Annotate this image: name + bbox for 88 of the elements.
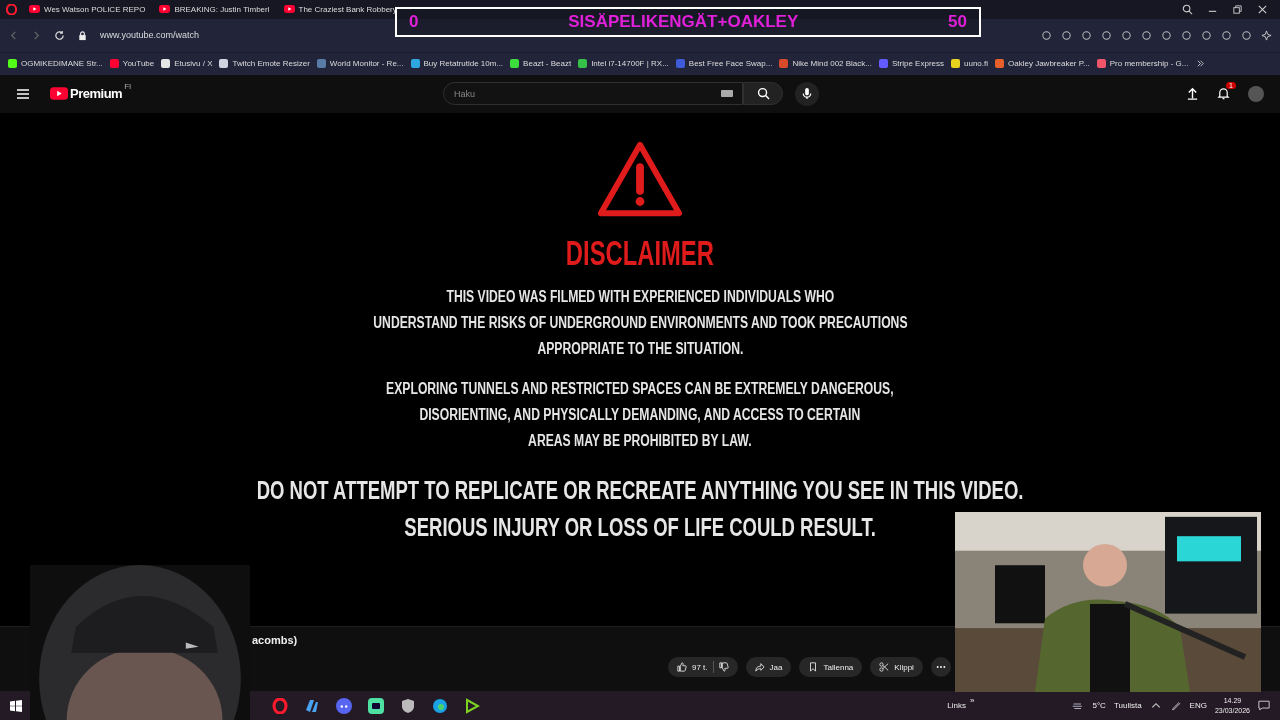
like-dislike-button[interactable]: 97 t.	[668, 657, 738, 678]
browser-tab[interactable]: BREAKING: Justin Timberl	[155, 1, 278, 18]
save-button[interactable]: Tallenna	[799, 657, 863, 678]
overlay-title: SISÄPELIKENGÄT+OAKLEY	[568, 12, 799, 32]
thumbs-down-icon	[718, 662, 729, 673]
weather-condition[interactable]: Tuulista	[1113, 701, 1142, 710]
back-icon[interactable]	[8, 29, 19, 41]
warning-text: DO NOT ATTEMPT TO REPLICATE OR RECREATE ANYTHING YOU SEE IN THIS VIDEO. SERIOUS INJURY OR LOSS OF LIFE COULD RESULT.	[256, 474, 1024, 543]
overlay-count: 0	[409, 12, 419, 32]
weather-icon[interactable]	[1072, 700, 1085, 711]
toolbar-icon[interactable]	[1081, 29, 1092, 41]
disclaimer-paragraph: THIS VIDEO WAS FILMED WITH EXPERIENCED INDIVIDUALS WHO UNDERSTAND THE RISKS OF UNDERGROUND ENVIRONMENTS AND TOOK PRECAUTIONS APPROPRIATE TO THE SITUATION.	[372, 286, 908, 359]
disclaimer-heading: DISCLAIMER	[565, 234, 715, 270]
temperature[interactable]: 5°C	[1092, 701, 1106, 710]
bookmark[interactable]: Etusivu / X	[161, 59, 213, 69]
copilot-icon[interactable]	[304, 697, 320, 714]
play-icon	[29, 5, 40, 14]
search-field[interactable]: Haku	[443, 82, 743, 106]
bookmark[interactable]: OGMIKEDIMANE Str...	[8, 59, 103, 69]
toolbar-icon[interactable]	[1041, 29, 1052, 41]
forward-icon[interactable]	[31, 29, 42, 41]
share-icon	[754, 662, 765, 673]
avatar[interactable]	[1248, 85, 1264, 102]
bookmark[interactable]: uuno.fi	[951, 59, 989, 69]
disclaimer-paragraph: EXPLORING TUNNELS AND RESTRICTED SPACES CAN BE EXTREMELY DANGEROUS, DISORIENTING, AND PHYSICALLY DEMANDING, AND ACCESS TO CERTAIN AREAS MAY BE PROHIBITED BY LAW.	[386, 378, 894, 451]
clip-button[interactable]: Klippi	[870, 657, 923, 678]
opera-icon[interactable]	[272, 697, 288, 714]
toolbar-icon[interactable]	[1141, 29, 1152, 41]
links-label[interactable]: Links	[947, 701, 966, 710]
bookmark[interactable]: YouTube	[109, 59, 155, 69]
search-icon	[756, 87, 770, 101]
shield-icon[interactable]	[400, 697, 416, 714]
upload-icon[interactable]	[1186, 87, 1199, 101]
toolbar-icon[interactable]	[1181, 29, 1192, 41]
restore-icon[interactable]	[1232, 4, 1243, 15]
toolbar-icon[interactable]	[1201, 29, 1212, 41]
bookmark[interactable]: Nike Mind 002 Black...	[779, 59, 872, 69]
language-indicator[interactable]: ENG	[1189, 701, 1207, 710]
search-icon[interactable]	[1182, 4, 1193, 15]
thumbs-up-icon	[677, 662, 687, 673]
opera-logo-icon[interactable]	[6, 4, 17, 15]
discord-icon[interactable]	[336, 697, 352, 714]
bookmark-icon	[808, 662, 819, 673]
bell-icon[interactable]	[1217, 87, 1230, 101]
play-icon	[283, 5, 295, 14]
reload-icon[interactable]	[54, 29, 65, 41]
close-icon[interactable]	[1257, 4, 1268, 15]
more-icon	[935, 665, 946, 670]
play-icon[interactable]	[464, 697, 480, 714]
toolbar-icon[interactable]	[1161, 29, 1172, 41]
video-title: acombs)	[252, 634, 298, 647]
overlay-count: 50	[948, 12, 967, 32]
toolbar-icon[interactable]	[1221, 29, 1232, 41]
menu-icon[interactable]	[16, 87, 30, 100]
chat-app-icon[interactable]	[368, 697, 384, 714]
microphone-icon	[801, 87, 813, 101]
toolbar-icon[interactable]	[1061, 29, 1072, 41]
toolbar-chevron[interactable]: »	[970, 695, 975, 705]
toolbar-icon[interactable]	[1121, 29, 1132, 41]
search-button[interactable]	[743, 82, 783, 106]
bookmark[interactable]: World Monitor - Re...	[316, 59, 404, 69]
browser-tab[interactable]: Wes Watson POLICE REPO	[25, 1, 154, 18]
bookmark[interactable]: Oakley Jawbreaker P...	[995, 59, 1090, 69]
bookmark[interactable]: Best Free Face Swap...	[675, 59, 773, 69]
share-button[interactable]: Jaa	[745, 657, 792, 678]
ai-icon[interactable]	[1261, 29, 1272, 41]
play-icon	[159, 5, 171, 14]
bookmark[interactable]: Buy Retatrutide 10m...	[410, 59, 504, 69]
keyboard-icon[interactable]	[721, 90, 733, 98]
lock-icon	[77, 29, 88, 41]
bookmark[interactable]: Stripe Express	[879, 59, 944, 69]
bookmark[interactable]: Intel i7-14700F | RX...	[578, 59, 669, 69]
scissors-icon	[879, 662, 890, 673]
address-field[interactable]: www.youtube.com/watch	[100, 30, 200, 41]
logo-text[interactable]: Premium	[70, 86, 123, 102]
notification-icon[interactable]	[1258, 700, 1270, 711]
bookmark[interactable]: Twitch Emote Resizer	[219, 59, 310, 69]
bookmark[interactable]: Pro membership - G...	[1096, 59, 1189, 69]
voice-search-button[interactable]	[795, 81, 819, 106]
region-code: FI	[124, 82, 132, 92]
toolbar-icon[interactable]	[1241, 29, 1252, 41]
edge-icon[interactable]	[432, 697, 448, 714]
start-icon[interactable]	[10, 699, 22, 712]
more-button[interactable]	[930, 657, 951, 678]
toolbar-icon[interactable]	[1101, 29, 1112, 41]
pen-icon[interactable]	[1169, 700, 1182, 711]
bookmark[interactable]: Beazt - Beazt	[510, 59, 572, 69]
youtube-logo-icon[interactable]	[50, 87, 68, 101]
